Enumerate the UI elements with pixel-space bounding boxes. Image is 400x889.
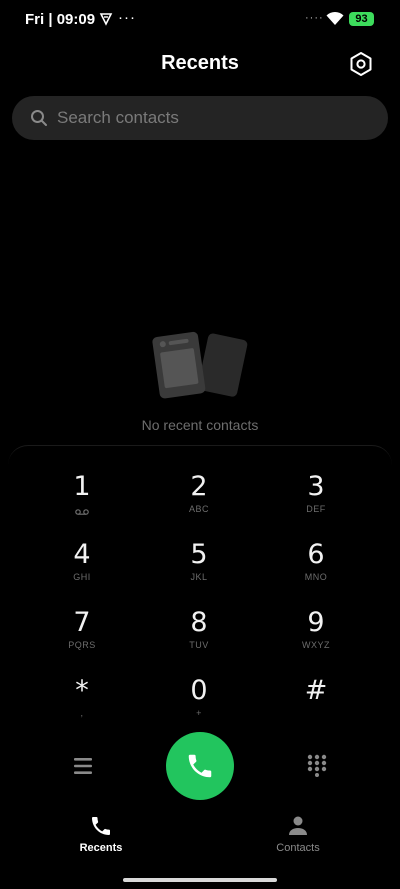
dial-digit: # xyxy=(304,675,328,706)
dial-digit: 2 xyxy=(190,471,208,502)
dial-letters: JKL xyxy=(190,572,208,582)
dial-key-0[interactable]: 0 + xyxy=(139,676,259,736)
wifi-icon xyxy=(326,11,344,25)
dial-letters: MNO xyxy=(304,572,328,582)
empty-contacts-illustration xyxy=(152,331,248,399)
dial-letters: WXYZ xyxy=(302,640,330,650)
person-icon xyxy=(289,816,307,835)
dial-letters: PQRS xyxy=(68,640,96,650)
empty-state-text: No recent contacts xyxy=(141,417,259,433)
dial-key-8[interactable]: 8 TUV xyxy=(139,608,259,668)
tab-contacts[interactable]: Contacts xyxy=(233,814,363,858)
menu-icon[interactable] xyxy=(70,755,96,777)
battery-level: 93 xyxy=(355,13,368,25)
voicemail-icon xyxy=(75,509,89,515)
dial-digit: 4 xyxy=(73,539,91,570)
search-bar[interactable]: Search contacts xyxy=(12,96,388,140)
dial-letters: TUV xyxy=(189,640,209,650)
phone-icon xyxy=(188,754,212,778)
dial-key-2[interactable]: 2 ABC xyxy=(139,472,259,532)
dial-digit: 3 xyxy=(307,471,325,502)
vpn-shield-icon xyxy=(99,13,113,26)
dial-digit: 8 xyxy=(190,607,208,638)
dialpad-toggle-icon[interactable] xyxy=(305,753,329,777)
tab-recents[interactable]: Recents xyxy=(36,814,166,858)
dial-digit: 5 xyxy=(190,539,208,570)
dial-letters: GHI xyxy=(73,572,91,582)
status-more-icon: ··· xyxy=(118,9,136,26)
search-input[interactable]: Search contacts xyxy=(57,108,179,128)
dial-digit: 7 xyxy=(73,607,91,638)
dial-digit: 6 xyxy=(307,539,325,570)
dial-digit: 9 xyxy=(307,607,325,638)
status-signal-dots-icon: ···· xyxy=(305,12,324,24)
tab-contacts-label: Contacts xyxy=(276,842,320,854)
search-icon xyxy=(31,110,47,126)
dial-digit: 0 xyxy=(190,675,208,706)
dial-key-1[interactable]: 1 xyxy=(22,472,142,532)
dial-letters: ABC xyxy=(188,504,209,514)
dial-digit: * xyxy=(75,675,89,706)
dial-letters: , xyxy=(80,708,84,718)
dial-key-6[interactable]: 6 MNO xyxy=(256,540,376,600)
status-bar: Fri | 09:09 ··· ···· 93 xyxy=(0,0,400,40)
dial-key-star[interactable]: * , xyxy=(22,676,142,736)
call-button[interactable] xyxy=(166,732,234,800)
status-time: Fri | 09:09 xyxy=(25,11,96,28)
battery-indicator: 93 xyxy=(349,12,374,26)
dial-letters: DEF xyxy=(306,504,326,514)
home-indicator[interactable] xyxy=(123,878,277,882)
dial-digit: 1 xyxy=(73,471,91,502)
dial-key-5[interactable]: 5 JKL xyxy=(139,540,259,600)
dial-key-4[interactable]: 4 GHI xyxy=(22,540,142,600)
tab-recents-label: Recents xyxy=(79,842,123,854)
settings-icon[interactable] xyxy=(348,51,374,77)
dial-letters: + xyxy=(196,708,202,718)
dial-key-9[interactable]: 9 WXYZ xyxy=(256,608,376,668)
dial-key-hash[interactable]: # xyxy=(256,676,376,736)
phone-icon xyxy=(92,817,110,835)
page-title: Recents xyxy=(161,52,239,74)
dial-key-7[interactable]: 7 PQRS xyxy=(22,608,142,668)
dial-key-3[interactable]: 3 DEF xyxy=(256,472,376,532)
